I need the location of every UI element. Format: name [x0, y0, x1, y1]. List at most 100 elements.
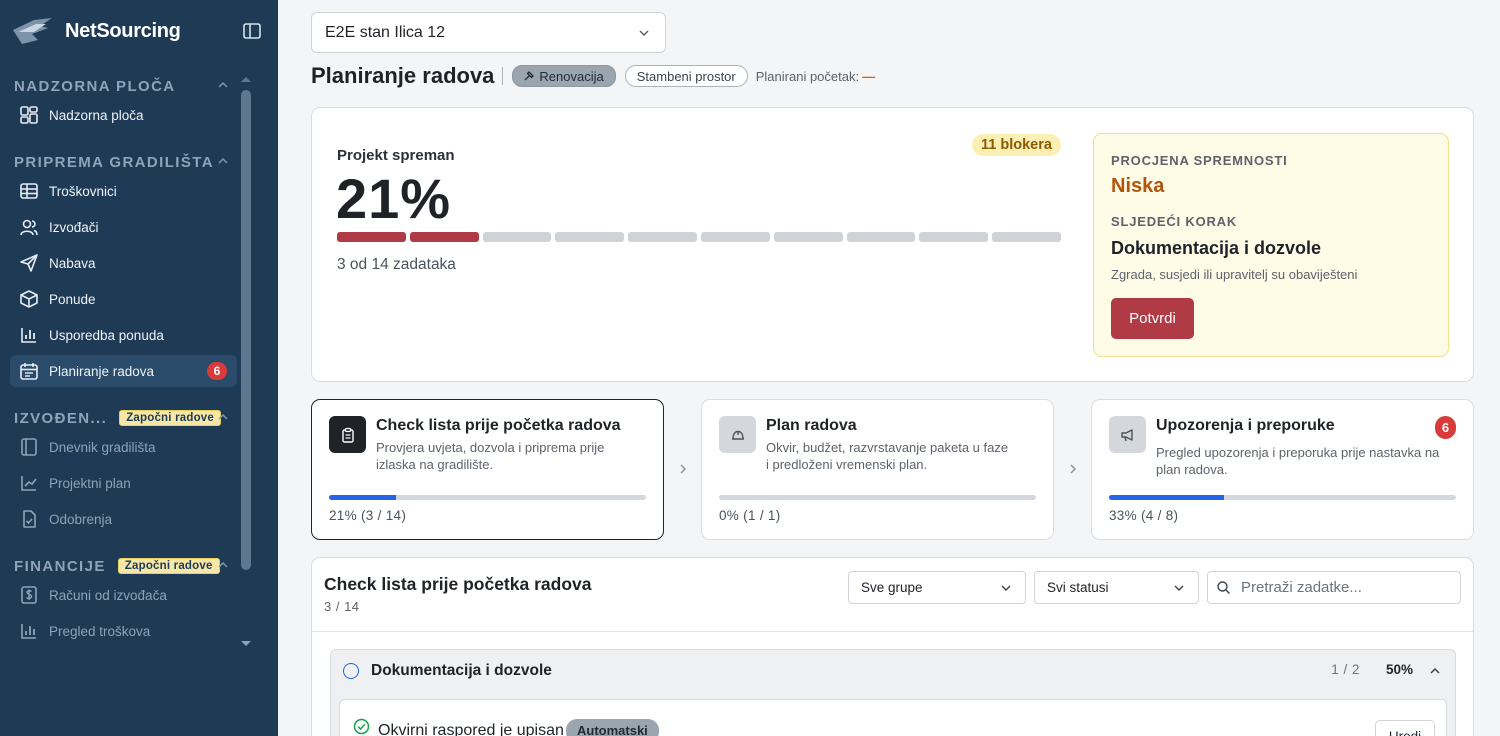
- project-select[interactable]: E2E stan Ilica 12: [311, 12, 666, 53]
- chevron-right-icon: [1070, 464, 1077, 474]
- chevron-up-icon: [218, 561, 228, 568]
- sidebar-item-cost-overview[interactable]: Pregled troškova: [10, 615, 237, 647]
- phase-progress-text: 21% (3 / 14): [329, 508, 407, 523]
- section-title: PRIPREMA GRADILIŠTA: [14, 153, 214, 171]
- status-filter-value: Svi statusi: [1047, 580, 1109, 595]
- phase-desc: Pregled upozorenja i preporuka prije nas…: [1156, 445, 1440, 477]
- sidebar-section-execution[interactable]: IZVOĐEN... Započni radove: [14, 407, 230, 429]
- scroll-up-icon[interactable]: [239, 74, 253, 84]
- planned-start-value: —: [862, 68, 876, 84]
- section-title: NADZORNA PLOČA: [14, 77, 176, 95]
- phase-progress-text: 33% (4 / 8): [1109, 508, 1179, 523]
- sidebar-item-compare-offers[interactable]: Usporedba ponuda: [10, 319, 237, 351]
- confirm-button[interactable]: Potvrdi: [1111, 298, 1194, 339]
- phase-card-checklist[interactable]: Check lista prije početka radova Provjer…: [311, 399, 664, 540]
- phase-desc: Okvir, budžet, razvrstavanje paketa u fa…: [766, 440, 1009, 472]
- logo-icon: [13, 18, 52, 44]
- phase-progress-bar: [329, 495, 646, 500]
- sidebar-item-contractors[interactable]: Izvođači: [10, 211, 237, 243]
- readiness-level: Niska: [1111, 175, 1165, 197]
- sidebar-section-site-prep[interactable]: PRIPREMA GRADILIŠTA: [14, 151, 230, 173]
- project-type-label: Renovacija: [539, 68, 604, 84]
- group-filter-select[interactable]: Sve grupe: [848, 571, 1026, 604]
- sidebar-item-project-plan[interactable]: Projektni plan: [10, 467, 237, 499]
- readiness-label: PROCJENA SPREMNOSTI: [1111, 153, 1288, 168]
- sidebar-scrollbar[interactable]: [241, 90, 251, 570]
- sidebar-item-label: Projektni plan: [49, 475, 131, 491]
- sidebar-item-approvals[interactable]: Odobrenja: [10, 503, 237, 535]
- section-title: FINANCIJE: [14, 557, 106, 575]
- phase-card-warnings[interactable]: Upozorenja i preporuke 6 Pregled upozore…: [1091, 399, 1474, 540]
- blockers-badge[interactable]: 11 blokera: [972, 134, 1061, 156]
- task-group-fraction: 1 / 2: [1331, 662, 1360, 677]
- package-icon: [19, 289, 39, 309]
- edit-button[interactable]: Uredi: [1375, 720, 1435, 736]
- sidebar-item-work-planning[interactable]: Planiranje radova 6: [10, 355, 237, 387]
- users-icon: [19, 217, 39, 237]
- notebook-icon: [19, 437, 39, 457]
- divider: [312, 631, 1473, 632]
- sidebar-item-offers[interactable]: Ponude: [10, 283, 237, 315]
- check-circle-icon[interactable]: [353, 718, 370, 735]
- hammer-icon: [524, 71, 535, 81]
- readiness-segment: [482, 232, 552, 242]
- chevron-down-icon: [1001, 585, 1011, 591]
- phase-progress-text: 0% (1 / 1): [719, 508, 781, 523]
- checklist-card: Check lista prije početka radova 3 / 14 …: [311, 557, 1474, 736]
- search-icon: [1217, 581, 1230, 594]
- clipboard-icon: [329, 416, 366, 453]
- chevron-up-icon: [218, 81, 228, 88]
- sidebar-section-finance[interactable]: FINANCIJE Započni radove: [14, 555, 230, 577]
- phase-title: Plan radova: [766, 417, 857, 434]
- task-group: Dokumentacija i dozvole 1 / 2 50% Okvirn…: [330, 649, 1456, 736]
- app-name: NetSourcing: [65, 19, 181, 42]
- task-search[interactable]: [1207, 571, 1461, 604]
- phase-card-work-plan[interactable]: Plan radova Okvir, budžet, razvrstavanje…: [701, 399, 1054, 540]
- sidebar-section-dashboard[interactable]: NADZORNA PLOČA: [14, 75, 230, 97]
- search-input[interactable]: [1241, 579, 1451, 596]
- scroll-down-icon[interactable]: [239, 639, 253, 649]
- warnings-count-badge: 6: [1435, 416, 1456, 439]
- table-icon: [19, 181, 39, 201]
- invoice-icon: [19, 585, 39, 605]
- phase-title: Upozorenja i preporuke: [1156, 417, 1335, 434]
- sidebar-item-site-diary[interactable]: Dnevnik gradilišta: [10, 431, 237, 463]
- chevron-down-icon: [1174, 585, 1184, 591]
- sidebar-item-procurement[interactable]: Nabava: [10, 247, 237, 279]
- readiness-segment: [628, 232, 697, 242]
- sidebar-toggle-icon[interactable]: [241, 20, 263, 42]
- readiness-segment: [992, 232, 1061, 242]
- sidebar-item-label: Nabava: [49, 255, 96, 271]
- megaphone-icon: [1109, 416, 1146, 453]
- sidebar-item-label: Usporedba ponuda: [49, 327, 164, 343]
- logo[interactable]: NetSourcing: [12, 14, 267, 48]
- sidebar-item-label: Odobrenja: [49, 511, 113, 527]
- dashboard-icon: [19, 105, 39, 125]
- sidebar-item-label: Ponude: [49, 291, 96, 307]
- sidebar-item-label: Dnevnik gradilišta: [49, 439, 156, 455]
- planned-start-label: Planirani početak:: [755, 68, 860, 84]
- readiness-segment: [337, 232, 406, 242]
- chevron-right-icon: [680, 464, 687, 474]
- project-type-tag: Renovacija: [512, 65, 616, 87]
- sidebar-item-cost-sheets[interactable]: Troškovnici: [10, 175, 237, 207]
- sidebar-item-label: Računi od izvođača: [49, 587, 167, 603]
- task-item: Okvirni raspored je upisan Automatski Ur…: [339, 699, 1447, 736]
- project-ready-label: Projekt spreman: [337, 147, 455, 164]
- readiness-segment: [700, 232, 770, 242]
- next-step-label: SLJEDEĆI KORAK: [1111, 214, 1238, 229]
- start-works-badge: Započni radove: [117, 558, 220, 574]
- chevron-up-icon[interactable]: [1428, 664, 1442, 678]
- readiness-panel: PROCJENA SPREMNOSTI Niska SLJEDEĆI KORAK…: [1093, 133, 1449, 357]
- file-check-icon: [19, 509, 39, 529]
- phase-progress-bar: [1109, 495, 1456, 500]
- tasks-progress-text: 3 od 14 zadataka: [337, 256, 456, 273]
- sidebar-item-contractor-invoices[interactable]: Računi od izvođača: [10, 579, 237, 611]
- task-group-header[interactable]: Dokumentacija i dozvole 1 / 2 50%: [331, 650, 1455, 691]
- task-title: Okvirni raspored je upisan: [378, 722, 564, 736]
- group-filter-value: Sve grupe: [861, 580, 923, 595]
- line-chart-icon: [19, 473, 39, 493]
- project-select-value: E2E stan Ilica 12: [325, 23, 446, 41]
- sidebar-item-dashboard[interactable]: Nadzorna ploča: [10, 99, 237, 131]
- status-filter-select[interactable]: Svi statusi: [1034, 571, 1199, 604]
